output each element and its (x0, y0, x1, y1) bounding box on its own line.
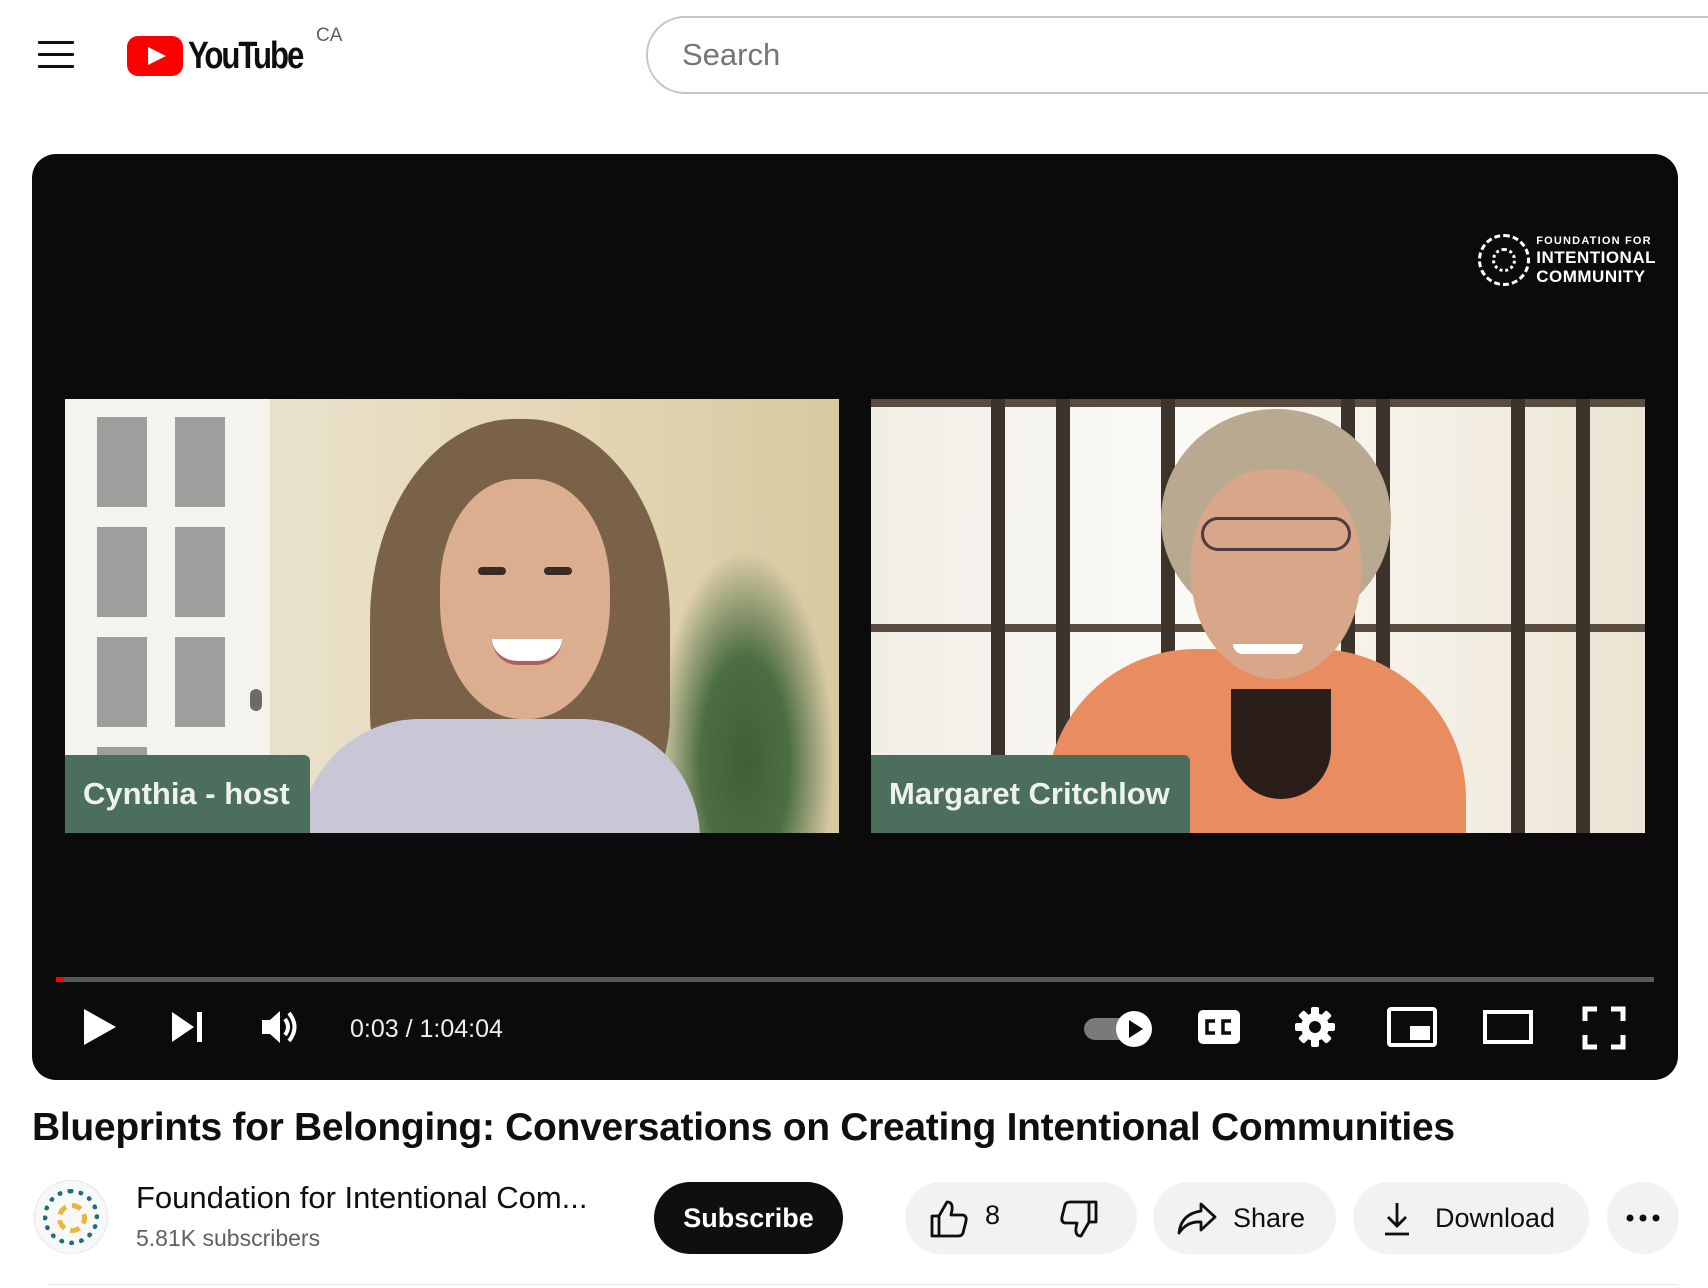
autoplay-toggle[interactable] (1084, 1011, 1154, 1047)
thumbs-down-icon (1060, 1200, 1098, 1238)
country-code: CA (316, 25, 343, 46)
like-count: 8 (985, 1200, 1001, 1230)
participant-name-tag: Margaret Critchlow (871, 755, 1190, 833)
download-label: Download (1435, 1202, 1556, 1233)
download-icon (1385, 1203, 1409, 1236)
miniplayer-icon[interactable] (1386, 1006, 1438, 1048)
video-player[interactable]: FOUNDATION FOR INTENTIONAL COMMUNITY Cyn… (32, 154, 1678, 1080)
play-icon[interactable] (76, 1004, 122, 1050)
menu-icon[interactable] (30, 36, 78, 72)
watermark-line1: FOUNDATION FOR (1536, 234, 1652, 247)
fullscreen-icon[interactable] (1582, 1006, 1626, 1050)
spiral-logo-icon (1478, 234, 1531, 286)
download-button[interactable]: Download (1353, 1182, 1589, 1254)
channel-watermark[interactable]: FOUNDATION FOR INTENTIONAL COMMUNITY (1478, 234, 1656, 286)
volume-icon[interactable] (258, 1004, 304, 1050)
participant-tile-host: Cynthia - host (65, 399, 839, 833)
watermark-line3: COMMUNITY (1536, 266, 1646, 286)
youtube-play-logo-icon (127, 36, 183, 76)
theater-icon[interactable] (1482, 1009, 1534, 1045)
time-display: 0:03 / 1:04:04 (350, 1015, 503, 1043)
next-icon[interactable] (166, 1006, 208, 1048)
subscriber-count: 5.81K subscribers (136, 1225, 321, 1251)
more-horizontal-icon (1626, 1214, 1660, 1222)
search-input[interactable] (680, 36, 1584, 74)
progress-bar[interactable] (56, 977, 1654, 982)
glasses (1201, 517, 1351, 551)
more-actions-button[interactable] (1607, 1182, 1679, 1254)
logo-text: YouTube (188, 34, 304, 77)
share-icon (1177, 1202, 1217, 1235)
subscribe-button[interactable]: Subscribe (654, 1182, 843, 1254)
video-title: Blueprints for Belonging: Conversations … (32, 1106, 1455, 1149)
participant-name-tag: Cynthia - host (65, 755, 310, 833)
watermark-line2: INTENTIONAL (1536, 247, 1656, 267)
section-divider (48, 1284, 1678, 1285)
channel-avatar[interactable] (34, 1180, 108, 1254)
youtube-logo[interactable]: YouTube (127, 34, 327, 78)
progress-fill (56, 977, 64, 982)
cc-icon[interactable] (1196, 1006, 1242, 1048)
channel-name[interactable]: Foundation for Intentional Com... (136, 1180, 587, 1216)
share-button[interactable]: Share (1153, 1182, 1336, 1254)
participant-tile-guest: Margaret Critchlow (871, 399, 1645, 833)
settings-icon[interactable] (1292, 1004, 1338, 1050)
search-box[interactable] (646, 16, 1708, 94)
thumbs-up-icon (930, 1200, 968, 1238)
share-label: Share (1233, 1202, 1306, 1233)
